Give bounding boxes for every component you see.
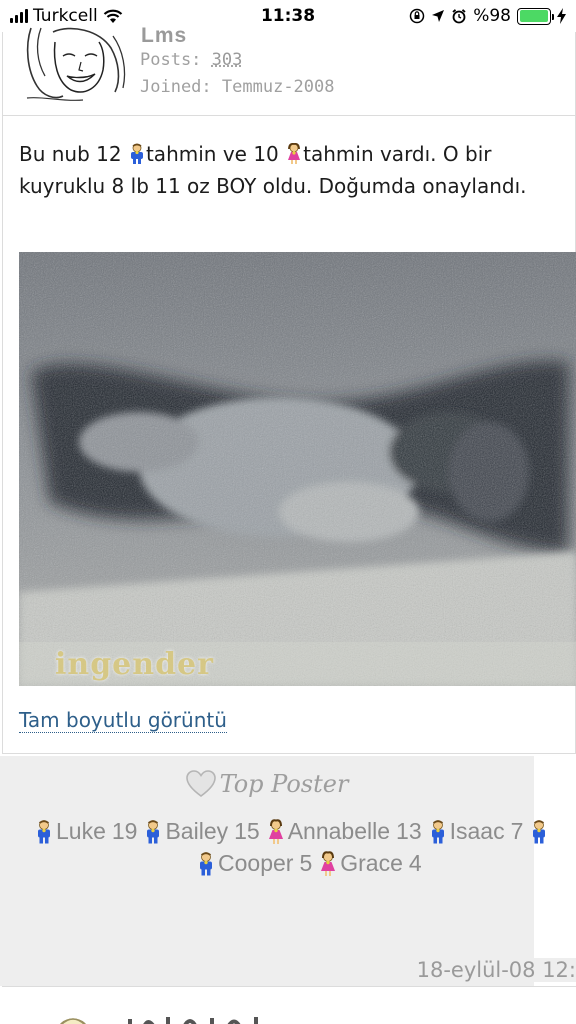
child-age: 4 [409, 850, 422, 877]
boy-icon [529, 819, 549, 845]
forum-post: Lms Posts: 303 Joined: Temmuz-2008 Bu nu… [2, 32, 576, 754]
child-entry: Cooper 5 [196, 850, 312, 877]
post-text-part2: tahmin ve 10 [146, 142, 285, 166]
girl-icon [266, 819, 286, 845]
next-user-avatar[interactable] [48, 1007, 98, 1024]
child-name: Grace [340, 850, 403, 877]
heart-icon [186, 770, 216, 798]
battery-percent: %98 [473, 6, 511, 26]
child-entry: Luke 19 [34, 818, 137, 845]
alarm-icon [451, 8, 467, 24]
battery-level [520, 10, 548, 22]
joined-label: Joined: [140, 77, 212, 97]
child-age: 7 [511, 818, 524, 845]
full-size-image-link[interactable]: Tam boyutlu görüntü [19, 708, 227, 733]
boy-icon [143, 819, 163, 845]
post-text-part1: Bu nub 12 [19, 142, 128, 166]
child-age: 13 [396, 818, 422, 845]
child-entry: Bailey 15 [143, 818, 259, 845]
posts-label: Posts: [140, 50, 201, 70]
username[interactable]: Lms [141, 24, 187, 48]
child-entry: Grace 4 [318, 850, 421, 877]
child-entry: Annabelle 13 [266, 818, 422, 845]
top-poster-badge: Top Poster [0, 770, 534, 798]
child-age: 19 [112, 818, 138, 845]
posts-count-link[interactable]: 303 [212, 50, 243, 70]
joined-value: Temmuz-2008 [222, 77, 335, 97]
children-list-line1: Luke 19 Bailey 15 Annabelle 13 Isaac 7 [34, 818, 551, 845]
orientation-lock-icon [409, 8, 425, 24]
child-age: 5 [299, 850, 312, 877]
child-name: Cooper [218, 850, 293, 877]
next-username[interactable] [124, 1011, 294, 1024]
child-name: Luke [56, 818, 106, 845]
child-name: Annabelle [288, 818, 390, 845]
child-name: Isaac [450, 818, 505, 845]
child-age: 15 [234, 818, 260, 845]
next-post-header [2, 986, 576, 1024]
image-watermark: ingender [55, 647, 214, 682]
location-icon [431, 9, 445, 23]
girl-icon [318, 851, 338, 877]
boy-icon [196, 851, 216, 877]
girl-icon [285, 143, 303, 165]
boy-icon [428, 819, 448, 845]
posts-meta: Posts: 303 [140, 50, 242, 70]
post-author-header: Lms Posts: 303 Joined: Temmuz-2008 [3, 32, 575, 116]
ultrasound-scan [19, 252, 576, 686]
child-entry: Isaac 7 [428, 818, 524, 845]
top-poster-title: Top Poster [220, 770, 349, 798]
battery-icon [517, 8, 551, 25]
children-list-line2: Cooper 5 Grace 4 [196, 850, 422, 877]
boy-icon [34, 819, 54, 845]
status-bar-right: %98 [409, 6, 566, 26]
post-date: 18-eylül-08 12: [413, 958, 576, 982]
joined-meta: Joined: Temmuz-2008 [140, 77, 335, 97]
charging-icon [557, 8, 566, 24]
child-name: Bailey [165, 818, 228, 845]
boy-icon [128, 143, 146, 165]
ultrasound-image[interactable]: ingender [19, 252, 576, 686]
post-text: Bu nub 12 tahmin ve 10 tahmin vardı. O b… [19, 138, 567, 202]
user-signature: Top Poster Luke 19 Bailey 15 Annabelle 13 Isaa… [0, 756, 534, 986]
user-avatar[interactable] [23, 26, 131, 104]
